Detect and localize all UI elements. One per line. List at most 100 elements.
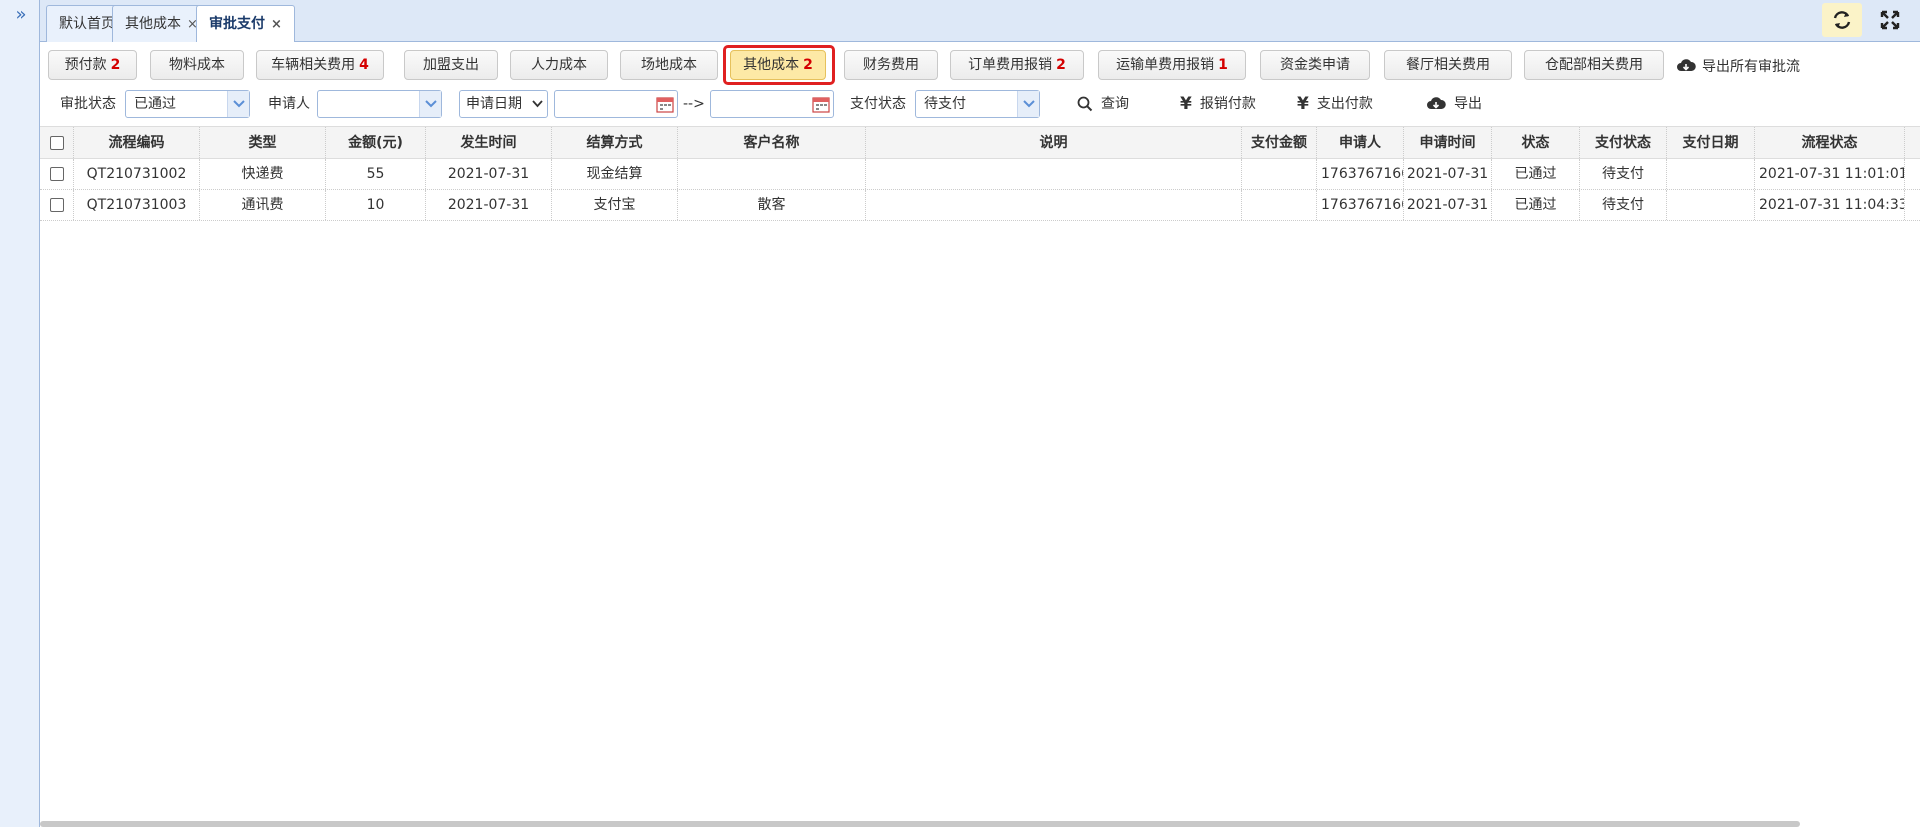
category-order-reimbursement[interactable]: 订单费用报销 2	[950, 50, 1084, 80]
category-label: 人力成本	[531, 57, 587, 73]
category-venue-cost[interactable]: 场地成本	[620, 50, 718, 80]
cloud-download-icon	[1427, 97, 1446, 109]
reimburse-pay-label: 报销付款	[1199, 96, 1256, 112]
refresh-button[interactable]	[1822, 3, 1862, 37]
close-icon[interactable]: ×	[271, 17, 282, 32]
date-type-select[interactable]: 申请日期	[459, 90, 548, 118]
cell-settlement: 支付宝	[552, 190, 678, 220]
cell-pay-status: 待支付	[1580, 159, 1667, 189]
cell-applicant: 1763767166	[1317, 190, 1404, 220]
approval-status-select[interactable]: 已通过	[125, 90, 250, 118]
category-badge: 2	[110, 57, 121, 73]
col-header[interactable]: 说明	[866, 127, 1242, 158]
category-badge: 1	[1218, 57, 1228, 73]
row-checkbox[interactable]	[49, 167, 64, 181]
export-all-button[interactable]: 导出所有审批流	[1676, 56, 1800, 76]
cell-description	[866, 190, 1242, 220]
col-header[interactable]: 发生时间	[426, 127, 552, 158]
col-header[interactable]: 流程编码	[74, 127, 200, 158]
cell-flow-status: 2021-07-31 11:01:01	[1755, 159, 1905, 189]
pay-status-select[interactable]: 待支付	[915, 90, 1040, 118]
cell-apply-date: 2021-07-31	[1404, 159, 1492, 189]
category-badge: 4	[359, 57, 369, 73]
cell-status: 已通过	[1492, 159, 1580, 189]
date-from-input[interactable]	[554, 90, 678, 118]
export-button[interactable]: 导出	[1426, 86, 1482, 122]
col-header[interactable]: 金额(元)	[326, 127, 426, 158]
chevron-down-icon	[227, 91, 249, 117]
cell-pay-date	[1667, 159, 1755, 189]
col-header[interactable]: 类型	[200, 127, 326, 158]
cell-flow-status: 2021-07-31 11:04:33	[1755, 190, 1905, 220]
table-row[interactable]: QT210731003 通讯费 10 2021-07-31 支付宝 散客 176…	[40, 190, 1920, 221]
category-shipment-reimbursement[interactable]: 运输单费用报销 1	[1098, 50, 1246, 80]
reimburse-pay-button[interactable]: ¥ 报销付款	[1180, 86, 1256, 122]
data-grid: 流程编码 类型 金额(元) 发生时间 结算方式 客户名称 说明 支付金额 申请人…	[40, 126, 1920, 817]
select-all-checkbox[interactable]	[49, 136, 64, 150]
cell-type: 通讯费	[200, 190, 326, 220]
category-label: 订单费用报销	[968, 57, 1053, 73]
category-warehouse-expense[interactable]: 仓配部相关费用	[1524, 50, 1664, 80]
grid-header: 流程编码 类型 金额(元) 发生时间 结算方式 客户名称 说明 支付金额 申请人…	[40, 127, 1920, 159]
category-fund-application[interactable]: 资金类申请	[1260, 50, 1370, 80]
cell-settlement: 现金结算	[552, 159, 678, 189]
calendar-icon[interactable]	[811, 94, 831, 114]
cell-amount: 10	[326, 190, 426, 220]
category-restaurant-expense[interactable]: 餐厅相关费用	[1384, 50, 1512, 80]
category-vehicle-expense[interactable]: 车辆相关费用 4	[256, 50, 384, 80]
category-finance-expense[interactable]: 财务费用	[844, 50, 938, 80]
cell-pay-amount	[1242, 159, 1317, 189]
col-header[interactable]: 支付金额	[1242, 127, 1317, 158]
expense-pay-button[interactable]: ¥ 支出付款	[1297, 86, 1373, 122]
category-label: 预付款	[64, 57, 107, 73]
cell-customer	[678, 159, 866, 189]
row-select-cell	[40, 190, 74, 220]
cell-status: 已通过	[1492, 190, 1580, 220]
col-header[interactable]: 申请时间	[1404, 127, 1492, 158]
calendar-icon[interactable]	[655, 94, 675, 114]
expense-pay-label: 支出付款	[1316, 96, 1373, 112]
cell-pay-status: 待支付	[1580, 190, 1667, 220]
col-header[interactable]: 结算方式	[552, 127, 678, 158]
date-type-value: 申请日期	[466, 96, 522, 112]
yen-icon: ¥	[1297, 94, 1309, 114]
category-labor-cost[interactable]: 人力成本	[510, 50, 608, 80]
chevron-down-icon	[532, 91, 543, 117]
horizontal-scrollbar[interactable]	[40, 821, 1800, 827]
cell-apply-date: 2021-07-31	[1404, 190, 1492, 220]
cell-applicant: 1763767166	[1317, 159, 1404, 189]
date-separator: -->	[683, 96, 705, 112]
pay-status-label: 支付状态	[850, 96, 906, 112]
category-other-cost[interactable]: 其他成本 2	[730, 50, 826, 80]
category-label: 资金类申请	[1280, 57, 1350, 73]
category-material-cost[interactable]: 物料成本	[150, 50, 244, 80]
category-label: 加盟支出	[423, 57, 479, 73]
date-to-input[interactable]	[710, 90, 834, 118]
approval-status-label: 审批状态	[60, 96, 116, 112]
category-prepayment[interactable]: 预付款 2	[48, 50, 137, 80]
col-header[interactable]: 状态	[1492, 127, 1580, 158]
applicant-label: 申请人	[268, 96, 310, 112]
category-toolbar: 预付款 2 物料成本 车辆相关费用 4 加盟支出 人力成本 场地成本 其他成本 2 财…	[40, 45, 1920, 85]
col-header[interactable]: 支付状态	[1580, 127, 1667, 158]
col-header[interactable]: 流程状态	[1755, 127, 1905, 158]
fullscreen-icon	[1880, 10, 1900, 30]
query-button[interactable]: 查询	[1077, 86, 1129, 122]
table-row[interactable]: QT210731002 快递费 55 2021-07-31 现金结算 17637…	[40, 159, 1920, 190]
col-header[interactable]: 申请人	[1317, 127, 1404, 158]
tab-bar: 默认首页 其他成本 × 审批支付 ×	[40, 0, 1920, 43]
category-badge: 2	[803, 57, 813, 73]
double-chevron-right-icon[interactable]: »	[12, 6, 30, 24]
tab-approval-payment[interactable]: 审批支付 ×	[196, 5, 295, 43]
category-franchise-expense[interactable]: 加盟支出	[404, 50, 498, 80]
cell-process-code: QT210731002	[74, 159, 200, 189]
cell-description	[866, 159, 1242, 189]
category-badge: 2	[1056, 57, 1066, 73]
applicant-select[interactable]	[317, 90, 442, 118]
row-checkbox[interactable]	[49, 198, 64, 212]
col-header[interactable]: 客户名称	[678, 127, 866, 158]
fullscreen-button[interactable]	[1870, 3, 1910, 37]
cell-customer: 散客	[678, 190, 866, 220]
col-header[interactable]: 支付日期	[1667, 127, 1755, 158]
yen-icon: ¥	[1180, 94, 1192, 114]
